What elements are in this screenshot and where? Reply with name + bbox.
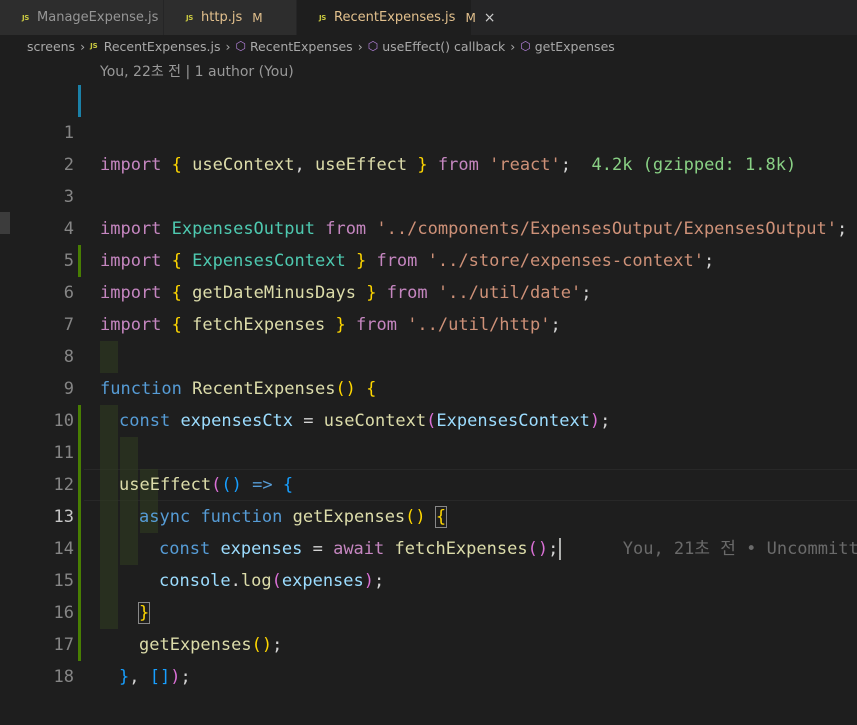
token: } bbox=[119, 667, 130, 687]
code-line: 16 getExpenses(); bbox=[0, 565, 857, 655]
tab-label: http.js bbox=[201, 10, 243, 25]
code-line: 10 bbox=[0, 373, 857, 431]
code-line: 7 bbox=[0, 277, 857, 335]
breadcrumb-symbol-component[interactable]: RecentExpenses bbox=[250, 39, 353, 54]
code-line: 15 } bbox=[0, 533, 857, 624]
js-file-icon: JS bbox=[90, 42, 98, 50]
modified-indicator: M bbox=[252, 10, 263, 25]
code-line: 9 const expensesCtx = useContext(Expense… bbox=[0, 341, 857, 431]
js-file-icon: JS bbox=[186, 13, 194, 22]
token: , bbox=[129, 667, 140, 687]
chevron-right-icon: › bbox=[80, 38, 86, 54]
codelens-blame-header[interactable]: You, 22초 전 | 1 author (You) bbox=[100, 61, 294, 81]
tab-bar: JS ManageExpense.js JS http.js M JS Rece… bbox=[0, 0, 857, 35]
code-line-current: 13 const expenses = await fetchExpenses(… bbox=[0, 469, 857, 560]
breadcrumb-symbol-callback[interactable]: useEffect() callback bbox=[382, 39, 505, 54]
code-line: 14 console.log(expenses); bbox=[0, 501, 857, 591]
close-icon[interactable]: × bbox=[484, 10, 496, 26]
code-line: 3 import ExpensesOutput from '../compone… bbox=[0, 149, 857, 239]
tab-recent-expenses[interactable]: JS RecentExpenses.js M × bbox=[297, 0, 496, 35]
code-line: 18 bbox=[0, 629, 857, 687]
symbol-method-icon: ⬡ bbox=[235, 39, 246, 53]
code-line: 2 bbox=[0, 117, 857, 175]
breadcrumb: screens › JS RecentExpenses.js › ⬡ Recen… bbox=[0, 35, 857, 57]
chevron-right-icon: › bbox=[357, 38, 363, 54]
breadcrumb-folder[interactable]: screens bbox=[27, 39, 75, 54]
code-line: 17 }, []); bbox=[0, 597, 857, 687]
js-file-icon: JS bbox=[22, 13, 30, 22]
tab-http[interactable]: JS http.js M bbox=[164, 0, 297, 35]
code-line: 6 import { fetchExpenses } from '../util… bbox=[0, 245, 857, 335]
symbol-method-icon: ⬡ bbox=[520, 39, 531, 53]
breadcrumb-file[interactable]: RecentExpenses.js bbox=[104, 39, 221, 54]
tab-manage-expense[interactable]: JS ManageExpense.js bbox=[0, 0, 164, 35]
chevron-right-icon: › bbox=[510, 38, 516, 54]
token: ) bbox=[170, 667, 181, 687]
tab-bar-empty bbox=[472, 0, 857, 35]
js-file-icon: JS bbox=[319, 13, 327, 22]
tab-label: ManageExpense.js bbox=[37, 10, 159, 25]
token: ; bbox=[180, 667, 191, 687]
code-line: 4 import { ExpensesContext } from '../st… bbox=[0, 181, 857, 271]
code-line: 11 useEffect(() => { bbox=[0, 405, 857, 495]
token: [] bbox=[149, 667, 171, 687]
code-line: 5 import { getDateMinusDays } from '../u… bbox=[0, 213, 857, 303]
chevron-right-icon: › bbox=[225, 38, 231, 54]
tab-label: RecentExpenses.js bbox=[334, 10, 456, 25]
code-line: 8 function RecentExpenses() { bbox=[0, 309, 857, 399]
code-editor[interactable]: You, 22초 전 | 1 author (You) 1 import { u… bbox=[0, 57, 857, 687]
code-line: 12 async function getExpenses() { bbox=[0, 437, 857, 528]
breadcrumb-symbol-function[interactable]: getExpenses bbox=[535, 39, 615, 54]
line-number: 18 bbox=[53, 667, 74, 687]
modified-indicator: M bbox=[465, 10, 476, 25]
symbol-method-icon: ⬡ bbox=[367, 39, 379, 53]
code-line: 1 import { useContext, useEffect } from … bbox=[0, 85, 857, 175]
